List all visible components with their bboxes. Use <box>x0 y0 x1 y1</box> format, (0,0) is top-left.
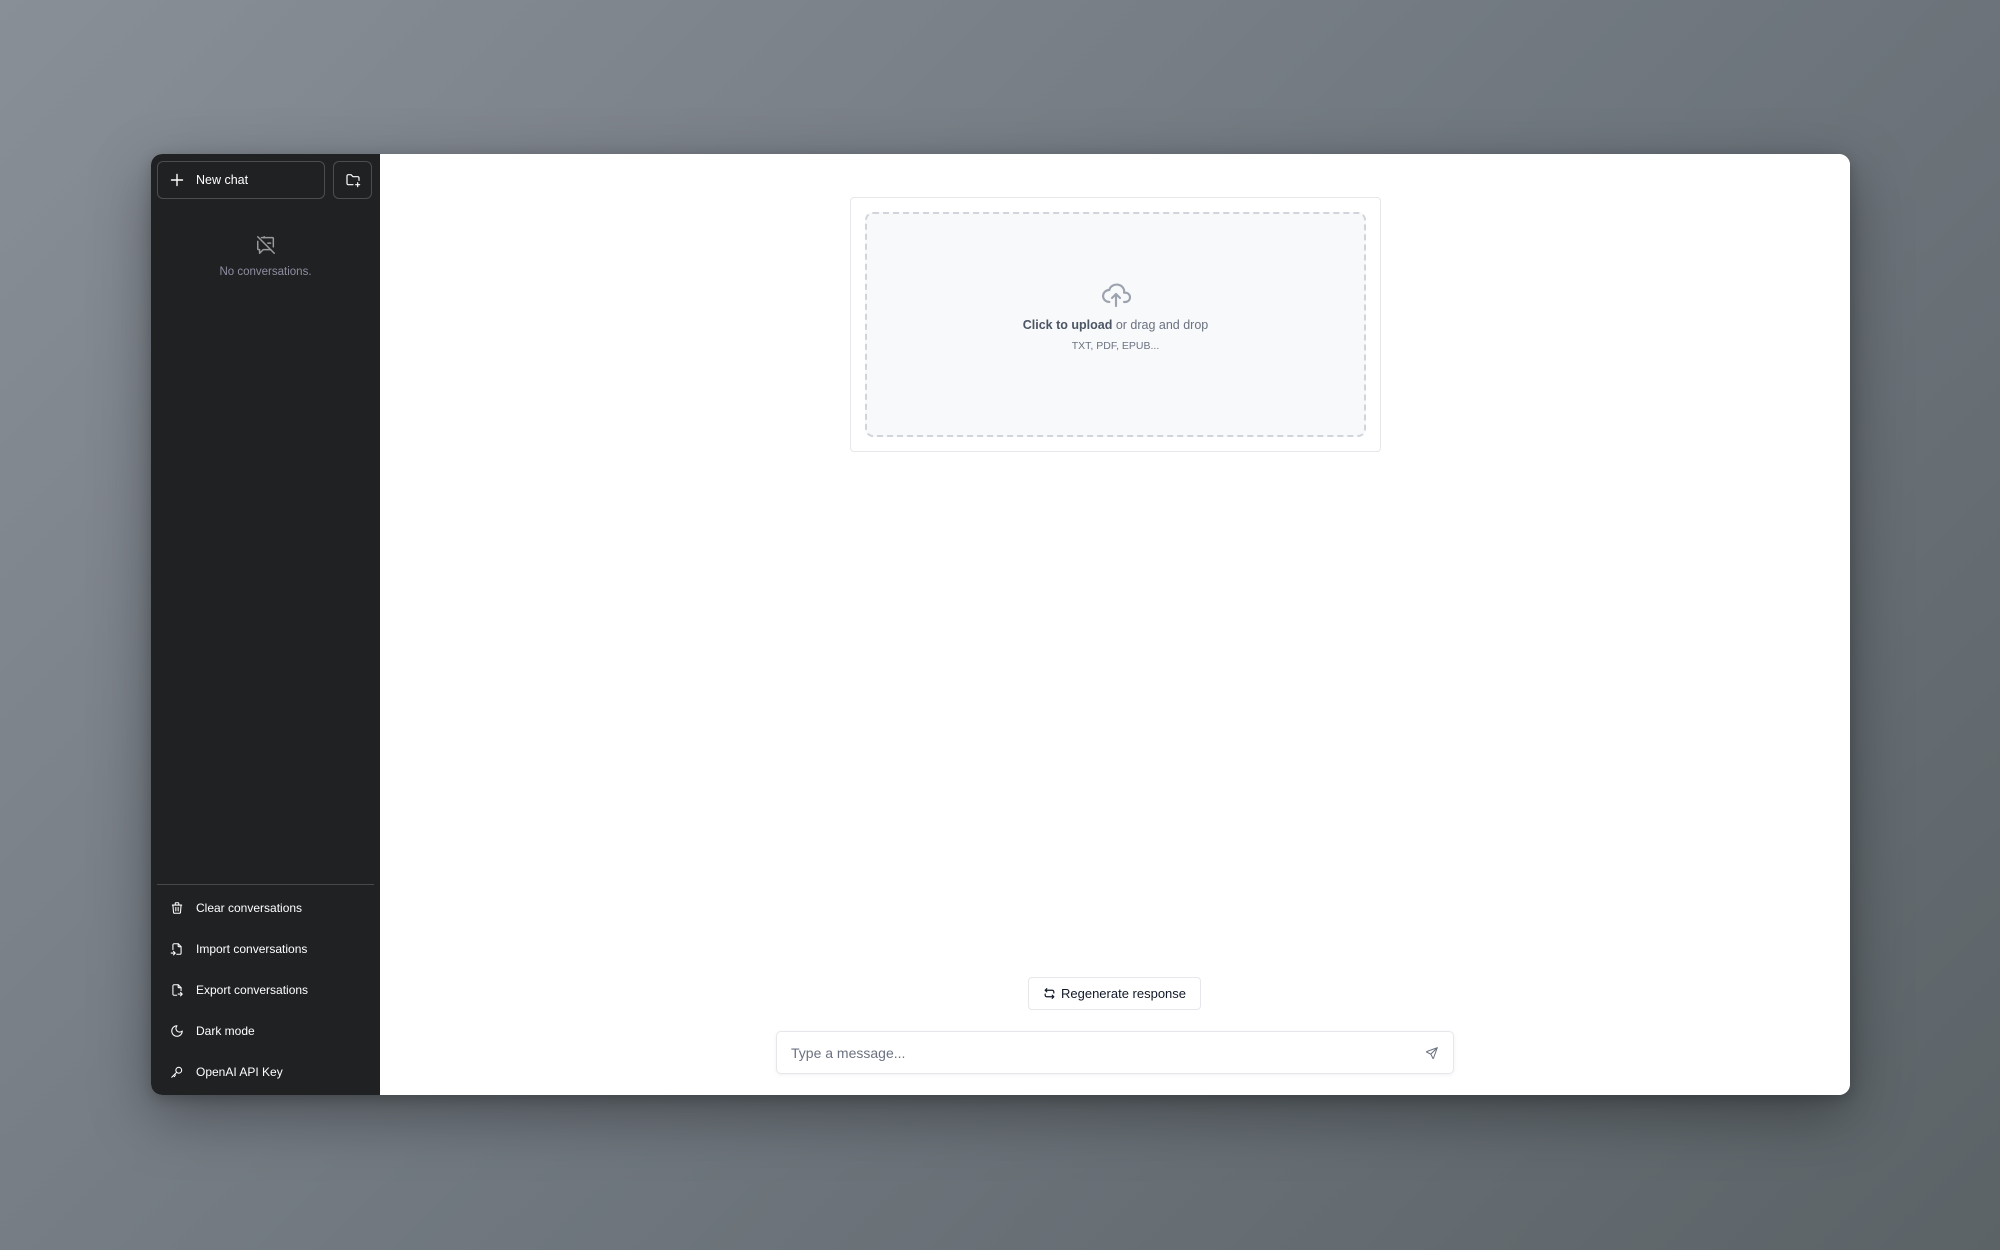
trash-icon <box>169 900 184 915</box>
click-to-upload-link[interactable]: Click to upload <box>1023 318 1113 332</box>
export-conversations-label: Export conversations <box>196 982 309 997</box>
new-folder-button[interactable] <box>333 161 372 199</box>
clear-conversations-button[interactable]: Clear conversations <box>157 887 374 928</box>
upload-instructions: Click to upload or drag and drop <box>1023 318 1209 332</box>
new-chat-button[interactable]: New chat <box>157 161 325 199</box>
upload-card: Click to upload or drag and drop TXT, PD… <box>850 197 1381 452</box>
dark-mode-toggle[interactable]: Dark mode <box>157 1010 374 1051</box>
refresh-icon <box>1043 987 1056 1000</box>
message-off-icon <box>255 234 277 256</box>
regenerate-response-label: Regenerate response <box>1060 986 1187 1001</box>
drag-drop-text: or drag and drop <box>1112 317 1209 332</box>
supported-file-types: TXT, PDF, EPUB... <box>1071 339 1160 352</box>
new-chat-label: New chat <box>196 173 249 187</box>
plus-icon <box>170 173 184 187</box>
regenerate-response-button[interactable]: Regenerate response <box>1028 977 1201 1010</box>
import-conversations-label: Import conversations <box>196 941 308 956</box>
moon-icon <box>169 1023 184 1038</box>
clear-conversations-label: Clear conversations <box>196 900 303 915</box>
file-export-icon <box>169 982 184 997</box>
sidebar-header: New chat <box>157 161 372 199</box>
app-window: New chat No conversations. Clear convers… <box>151 154 1850 1095</box>
no-conversations-label: No conversations. <box>219 266 312 278</box>
openai-api-key-button[interactable]: OpenAI API Key <box>157 1051 374 1092</box>
file-import-icon <box>169 941 184 956</box>
empty-conversations: No conversations. <box>151 234 380 278</box>
chat-main: Click to upload or drag and drop TXT, PD… <box>380 154 1850 1095</box>
folder-plus-icon <box>345 172 361 188</box>
sidebar: New chat No conversations. Clear convers… <box>151 154 380 1095</box>
message-input[interactable] <box>777 1031 1425 1074</box>
export-conversations-button[interactable]: Export conversations <box>157 969 374 1010</box>
cloud-upload-icon <box>1100 278 1132 310</box>
message-composer <box>776 1031 1454 1074</box>
import-conversations-button[interactable]: Import conversations <box>157 928 374 969</box>
sidebar-settings-menu: Clear conversations Import conversations <box>157 884 374 1092</box>
openai-api-key-label: OpenAI API Key <box>196 1064 283 1079</box>
key-icon <box>169 1064 184 1079</box>
dark-mode-label: Dark mode <box>196 1023 255 1038</box>
send-icon[interactable] <box>1425 1046 1439 1060</box>
file-dropzone[interactable]: Click to upload or drag and drop TXT, PD… <box>865 212 1366 437</box>
